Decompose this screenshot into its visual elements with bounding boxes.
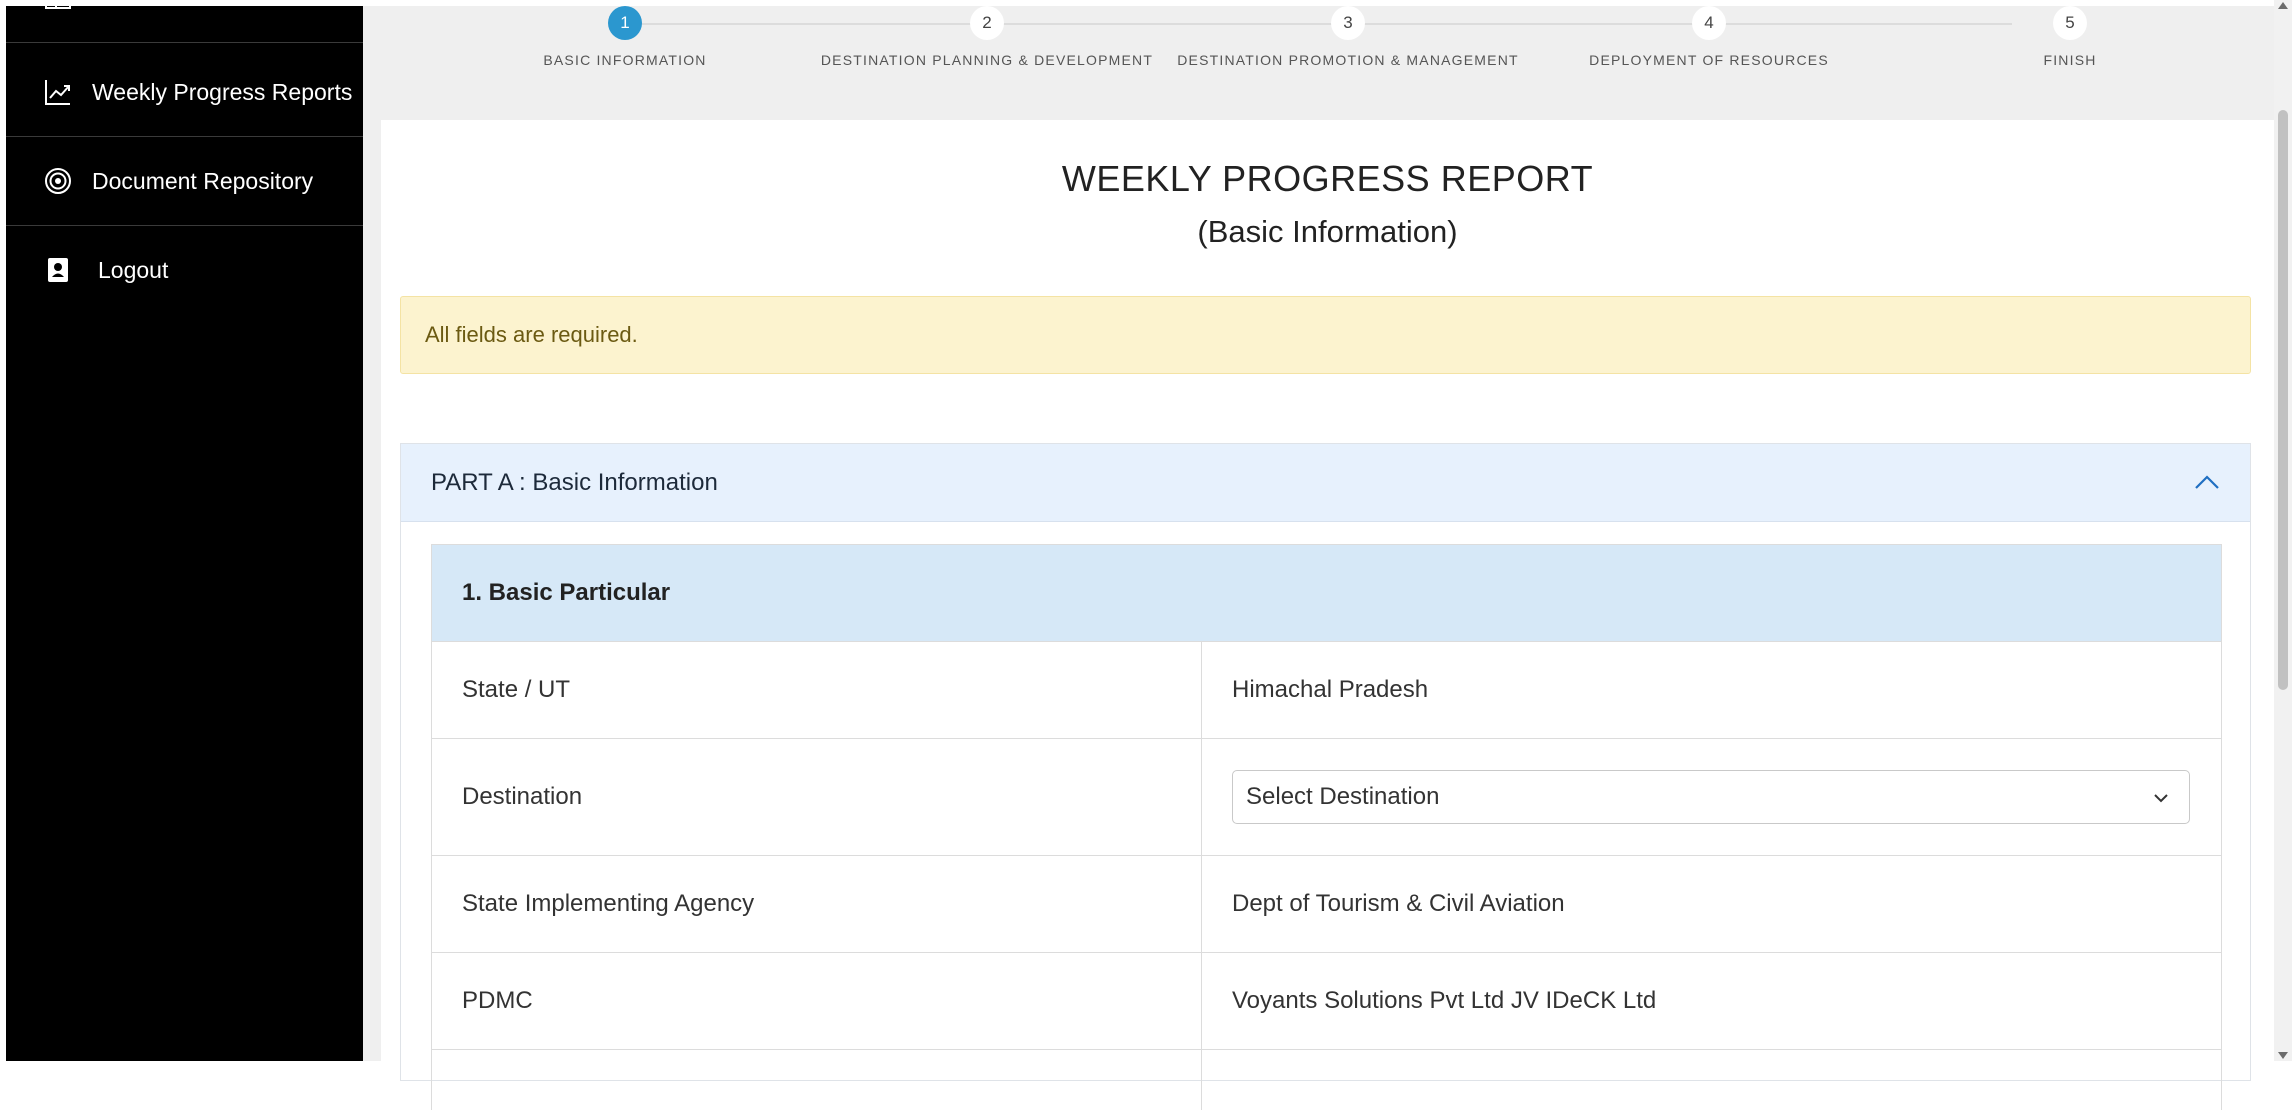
row-label [432,1050,1202,1110]
row-label: Destination [432,739,1202,855]
sidebar: Dashboard Weekly Progress Reports Docume… [6,0,363,1061]
target-icon [40,163,76,199]
table-row: Destination Select Destination [432,739,2221,856]
step-finish[interactable]: 5 FINISH [1890,6,2250,68]
sidebar-item-label: Logout [98,256,169,283]
table-row: PDMC Voyants Solutions Pvt Ltd JV IDeCK … [432,953,2221,1050]
row-label: State Implementing Agency [432,856,1202,952]
row-label: State / UT [432,642,1202,738]
step-label: FINISH [2043,52,2097,68]
sidebar-item-dashboard[interactable]: Dashboard [6,0,363,43]
row-value: Voyants Solutions Pvt Ltd JV IDeCK Ltd [1232,987,1657,1014]
chevron-up-icon[interactable] [2194,470,2220,496]
table-row: State Implementing Agency Dept of Touris… [432,856,2221,953]
sidebar-item-label: Dashboard [92,0,205,12]
required-fields-alert: All fields are required. [400,296,2251,374]
step-number: 4 [1692,6,1726,40]
alert-text: All fields are required. [425,322,638,347]
step-number: 2 [970,6,1004,40]
scrollbar-thumb[interactable] [2278,110,2288,690]
accordion-header[interactable]: PART A : Basic Information [401,444,2250,522]
sidebar-item-label: Document Repository [92,167,314,194]
step-destination-planning[interactable]: 2 DESTINATION PLANNING & DEVELOPMENT [807,6,1167,68]
dashboard-icon [40,0,76,16]
main-content: 1 BASIC INFORMATION 2 DESTINATION PLANNI… [363,6,2274,1110]
step-basic-information[interactable]: 1 BASIC INFORMATION [445,6,805,68]
step-destination-promotion[interactable]: 3 DESTINATION PROMOTION & MANAGEMENT [1168,6,1528,68]
page-scrollbar[interactable] [2274,0,2292,1061]
step-label: DESTINATION PLANNING & DEVELOPMENT [820,52,1154,68]
table-row: State / UT Himachal Pradesh [432,642,2221,739]
trend-chart-icon [40,74,76,110]
sidebar-item-label: Weekly Progress Reports [92,78,353,105]
step-label: DESTINATION PROMOTION & MANAGEMENT [1177,52,1519,68]
sidebar-item-document-repository[interactable]: Document Repository [6,137,363,226]
page-subtitle: (Basic Information) [1197,214,1458,249]
section-heading: 1. Basic Particular [432,545,2221,642]
row-value [1202,1050,2221,1110]
contact-card-icon [40,252,76,288]
step-number: 5 [2053,6,2087,40]
scroll-down-arrow-icon[interactable] [2278,1052,2288,1059]
row-label: PDMC [432,953,1202,1049]
table-row [432,1050,2221,1110]
step-label: DEPLOYMENT OF RESOURCES [1589,52,1829,68]
step-deployment-of-resources[interactable]: 4 DEPLOYMENT OF RESOURCES [1529,6,1889,68]
accordion-part-a: PART A : Basic Information 1. Basic Part… [400,443,2251,1110]
step-number: 3 [1331,6,1365,40]
step-label: BASIC INFORMATION [543,52,707,68]
step-number: 1 [608,6,642,40]
row-value: Himachal Pradesh [1232,676,1429,703]
row-value: Select Destination [1202,739,2221,855]
progress-stepper: 1 BASIC INFORMATION 2 DESTINATION PLANNI… [363,6,2274,116]
row-value: Dept of Tourism & Civil Aviation [1232,890,1565,917]
section-heading-text: 1. Basic Particular [462,579,671,606]
sidebar-item-logout[interactable]: Logout [6,226,363,314]
report-card: WEEKLY PROGRESS REPORT (Basic Informatio… [381,120,2274,1110]
scroll-up-arrow-icon[interactable] [2278,2,2288,9]
basic-particular-table: 1. Basic Particular State / UT Himachal … [431,544,2222,1110]
destination-select-value: Select Destination [1246,783,1440,810]
page-title: WEEKLY PROGRESS REPORT [1061,158,1594,199]
destination-select[interactable]: Select Destination [1232,770,2190,824]
accordion-title: PART A : Basic Information [431,468,718,496]
sidebar-item-weekly-progress-reports[interactable]: Weekly Progress Reports [6,48,363,137]
chevron-down-icon [2151,787,2171,807]
